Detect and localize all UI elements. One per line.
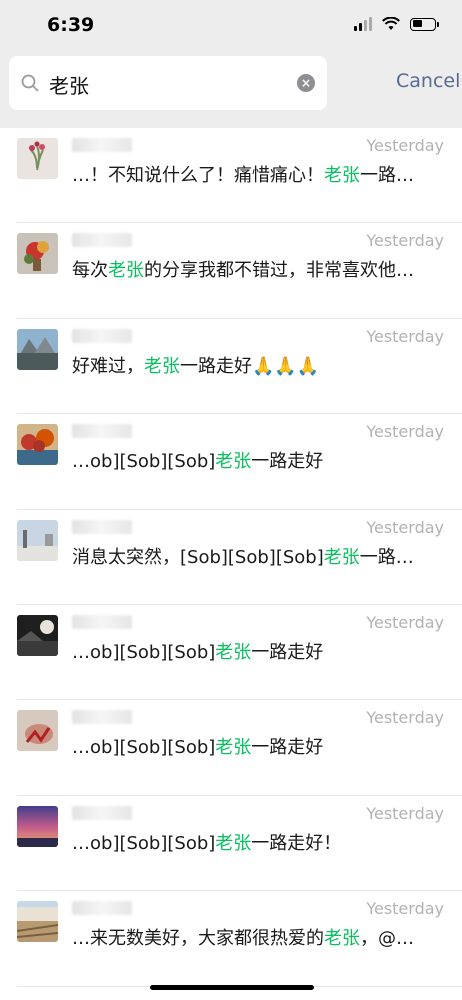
snippet-post: 一路走好: [251, 641, 324, 663]
snippet-highlight: 老张: [323, 546, 360, 568]
contact-name-redacted: [72, 519, 132, 534]
contact-name-redacted: [72, 901, 132, 916]
avatar: [17, 424, 58, 466]
search-result-item[interactable]: Yesterday …ob][Sob][Sob]老张一路走好！: [0, 796, 462, 892]
search-result-item[interactable]: Yesterday …来无数美好，大家都很热爱的老张，@…: [0, 891, 462, 987]
contact-name-redacted: [72, 710, 132, 725]
snippet-post: 一路走好: [251, 737, 324, 759]
snippet-post: 一路…: [359, 546, 414, 568]
result-time: Yesterday: [366, 231, 444, 251]
contact-name-redacted: [72, 614, 132, 629]
avatar: [17, 328, 58, 370]
snippet-highlight: 老张: [215, 832, 252, 854]
avatar: [17, 710, 58, 752]
search-result-item[interactable]: Yesterday …ob][Sob][Sob]老张一路走好: [0, 414, 462, 510]
result-snippet: …！不知说什么了！痛惜痛心！老张一路…: [72, 161, 444, 187]
snippet-pre: 消息太突然，[Sob][Sob][Sob]: [72, 546, 324, 568]
snippet-post: 一路走好🙏🙏🙏: [180, 355, 320, 377]
search-result-item[interactable]: Yesterday …ob][Sob][Sob]老张一路走好: [0, 605, 462, 701]
result-time: Yesterday: [366, 803, 444, 823]
avatar: [17, 138, 58, 179]
snippet-pre: …！不知说什么了！痛惜痛心！: [72, 165, 324, 186]
search-results-list: Yesterday …！不知说什么了！痛惜痛心！老张一路… Yesterday 每次老…: [0, 128, 462, 987]
snippet-highlight: 老张: [108, 260, 144, 282]
result-snippet: 每次老张的分享我都不错过，非常喜欢他…: [72, 256, 444, 282]
snippet-highlight: 老张: [324, 165, 360, 186]
result-time: Yesterday: [366, 136, 444, 155]
snippet-pre: …ob][Sob][Sob]: [72, 451, 216, 473]
search-result-item[interactable]: Yesterday 消息太突然，[Sob][Sob][Sob]老张一路…: [0, 510, 462, 606]
home-indicator: [150, 985, 314, 990]
result-time: Yesterday: [366, 899, 444, 919]
result-time: Yesterday: [366, 326, 444, 346]
status-time: 6:39: [47, 14, 95, 36]
snippet-highlight: 老张: [144, 355, 180, 377]
result-time: Yesterday: [366, 517, 444, 537]
result-snippet: …ob][Sob][Sob]老张一路走好: [72, 447, 444, 473]
result-snippet: 消息太突然，[Sob][Sob][Sob]老张一路…: [72, 543, 444, 569]
result-snippet: …来无数美好，大家都很热爱的老张，@…: [72, 924, 444, 950]
clear-icon[interactable]: ×: [297, 74, 315, 92]
result-snippet: …ob][Sob][Sob]老张一路走好: [72, 733, 444, 759]
contact-name-redacted: [72, 805, 132, 820]
snippet-pre: …ob][Sob][Sob]: [72, 737, 216, 759]
status-bar: 6:39: [0, 0, 462, 52]
snippet-pre: 每次: [72, 260, 108, 282]
snippet-post: 一路走好: [251, 451, 324, 473]
search-result-item[interactable]: Yesterday 每次老张的分享我都不错过，非常喜欢他…: [0, 223, 462, 320]
search-box[interactable]: 老张 ×: [9, 56, 327, 110]
search-result-item[interactable]: Yesterday …ob][Sob][Sob]老张一路走好: [0, 700, 462, 797]
cancel-button[interactable]: Cancel: [396, 70, 460, 92]
contact-name-redacted: [72, 328, 132, 343]
snippet-pre: 好难过，: [72, 355, 144, 377]
avatar: [17, 805, 58, 847]
contact-name-redacted: [72, 233, 132, 248]
search-header: 老张 × Cancel: [0, 52, 462, 128]
result-snippet: …ob][Sob][Sob]老张一路走好: [72, 638, 444, 664]
snippet-post: 一路走好！: [251, 832, 342, 854]
signal-icon: [354, 17, 372, 31]
snippet-post: ，@…: [360, 928, 414, 950]
status-icons: [354, 17, 439, 31]
contact-name-redacted: [72, 424, 132, 439]
avatar: [17, 519, 58, 561]
search-result-item[interactable]: Yesterday …！不知说什么了！痛惜痛心！老张一路…: [0, 128, 462, 224]
snippet-highlight: 老张: [215, 641, 252, 663]
search-icon: [21, 74, 39, 92]
avatar: [17, 901, 58, 943]
wifi-icon: [382, 17, 400, 30]
snippet-post: 的分享我都不错过，非常喜欢他…: [144, 260, 414, 282]
search-input[interactable]: 老张: [49, 70, 289, 99]
battery-icon: [410, 17, 439, 31]
snippet-pre: …来无数美好，大家都很热爱的: [72, 928, 324, 950]
result-time: Yesterday: [366, 612, 444, 632]
result-time: Yesterday: [366, 422, 444, 442]
result-snippet: 好难过，老张一路走好🙏🙏🙏: [72, 352, 444, 378]
snippet-highlight: 老张: [215, 737, 252, 759]
result-time: Yesterday: [366, 708, 444, 728]
snippet-highlight: 老张: [215, 451, 252, 473]
avatar: [17, 233, 58, 275]
result-snippet: …ob][Sob][Sob]老张一路走好！: [72, 829, 444, 855]
contact-name-redacted: [72, 138, 132, 152]
snippet-pre: …ob][Sob][Sob]: [72, 641, 216, 663]
search-result-item[interactable]: Yesterday 好难过，老张一路走好🙏🙏🙏: [0, 319, 462, 415]
snippet-highlight: 老张: [324, 928, 360, 950]
snippet-post: 一路…: [360, 165, 414, 186]
snippet-pre: …ob][Sob][Sob]: [72, 832, 216, 854]
avatar: [17, 614, 58, 656]
